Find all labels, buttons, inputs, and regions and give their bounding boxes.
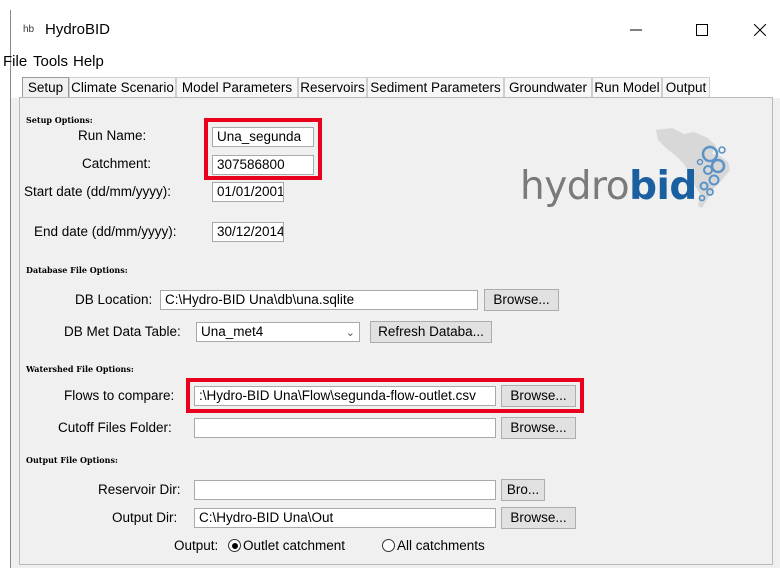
- catchment-input[interactable]: 307586800: [212, 155, 314, 175]
- tab-climate-scenario[interactable]: Climate Scenario: [69, 77, 176, 98]
- all-catchments-radio[interactable]: [382, 539, 395, 552]
- hydrobid-logo: hydrobid: [500, 128, 760, 209]
- tab-sediment-parameters[interactable]: Sediment Parameters: [367, 77, 504, 98]
- catchment-label: Catchment:: [82, 156, 152, 171]
- output-dir-label: Output Dir:: [112, 510, 178, 525]
- reservoir-browse-button[interactable]: Bro...: [501, 479, 545, 501]
- all-catchments-label[interactable]: All catchments: [397, 538, 485, 553]
- end-date-input[interactable]: 30/12/2014: [212, 222, 284, 242]
- logo-bid: bid: [629, 164, 697, 209]
- tab-setup[interactable]: Setup: [22, 77, 69, 98]
- cutoff-folder-input[interactable]: [194, 418, 496, 438]
- run-name-label: Run Name:: [78, 128, 147, 143]
- outlet-catchment-label[interactable]: Outlet catchment: [243, 538, 345, 553]
- title-bar: hb HydroBID: [11, 10, 780, 52]
- logo-hydro: hydro: [520, 164, 630, 209]
- reservoir-dir-label: Reservoir Dir:: [98, 482, 181, 497]
- start-date-input[interactable]: 01/01/2001: [212, 182, 284, 202]
- close-button[interactable]: [737, 14, 780, 46]
- maximize-button[interactable]: [679, 14, 725, 46]
- setup-panel: Setup Options: Run Name: Una_segunda Cat…: [19, 97, 773, 565]
- flows-browse-button[interactable]: Browse...: [501, 385, 576, 407]
- tab-output[interactable]: Output: [662, 77, 710, 98]
- end-date-label: End date (dd/mm/yyyy):: [34, 224, 177, 239]
- setup-options-heading: Setup Options:: [26, 115, 93, 125]
- tab-bar: Setup Climate Scenario Model Parameters …: [11, 76, 780, 98]
- maximize-icon: [696, 24, 708, 36]
- hydrobid-window: hb HydroBID File Tools Help Setup Climat…: [3, 10, 780, 568]
- cutoff-folder-label: Cutoff Files Folder:: [58, 420, 172, 435]
- minimize-button[interactable]: [613, 14, 659, 46]
- db-location-input[interactable]: C:\Hydro-BID Una\db\una.sqlite: [160, 290, 478, 310]
- outlet-catchment-radio[interactable]: [228, 539, 241, 552]
- menu-file[interactable]: File: [3, 53, 27, 70]
- window-title: HydroBID: [45, 21, 111, 38]
- start-date-label: Start date (dd/mm/yyyy):: [24, 184, 172, 199]
- chevron-down-icon: ⌄: [345, 327, 355, 339]
- watershed-options-heading: Watershed File Options:: [26, 364, 134, 374]
- met-table-select[interactable]: Una_met4 ⌄: [196, 322, 360, 342]
- cutoff-browse-button[interactable]: Browse...: [501, 417, 576, 439]
- output-mode-label: Output:: [174, 538, 219, 553]
- db-browse-button[interactable]: Browse...: [484, 289, 559, 311]
- tab-run-model[interactable]: Run Model: [592, 77, 662, 98]
- output-dir-input[interactable]: C:\Hydro-BID Una\Out: [194, 508, 496, 528]
- database-options-heading: Database File Options:: [26, 265, 128, 275]
- tab-reservoirs[interactable]: Reservoirs: [298, 77, 367, 98]
- minimize-icon: [630, 29, 642, 31]
- radio-selected-dot: [231, 542, 238, 549]
- output-dir-browse-button[interactable]: Browse...: [501, 507, 576, 529]
- met-table-value: Una_met4: [201, 324, 264, 339]
- menu-help[interactable]: Help: [73, 53, 104, 70]
- tab-groundwater[interactable]: Groundwater: [504, 77, 592, 98]
- met-table-label: DB Met Data Table:: [64, 324, 181, 339]
- flows-to-compare-input[interactable]: :\Hydro-BID Una\Flow\segunda-flow-outlet…: [194, 386, 496, 406]
- output-options-heading: Output File Options:: [26, 455, 118, 465]
- reservoir-dir-input[interactable]: [194, 480, 496, 500]
- logo-wordmark: hydrobid: [520, 164, 697, 209]
- app-icon: hb: [23, 24, 35, 35]
- menu-tools[interactable]: Tools: [33, 53, 68, 70]
- menu-bar: File Tools Help: [3, 52, 780, 76]
- close-icon: [754, 24, 766, 36]
- refresh-database-button[interactable]: Refresh Databa...: [370, 321, 492, 343]
- run-name-input[interactable]: Una_segunda: [212, 127, 314, 147]
- db-location-label: DB Location:: [75, 292, 153, 307]
- flows-to-compare-label: Flows to compare:: [64, 388, 175, 403]
- tab-model-parameters[interactable]: Model Parameters: [176, 77, 298, 98]
